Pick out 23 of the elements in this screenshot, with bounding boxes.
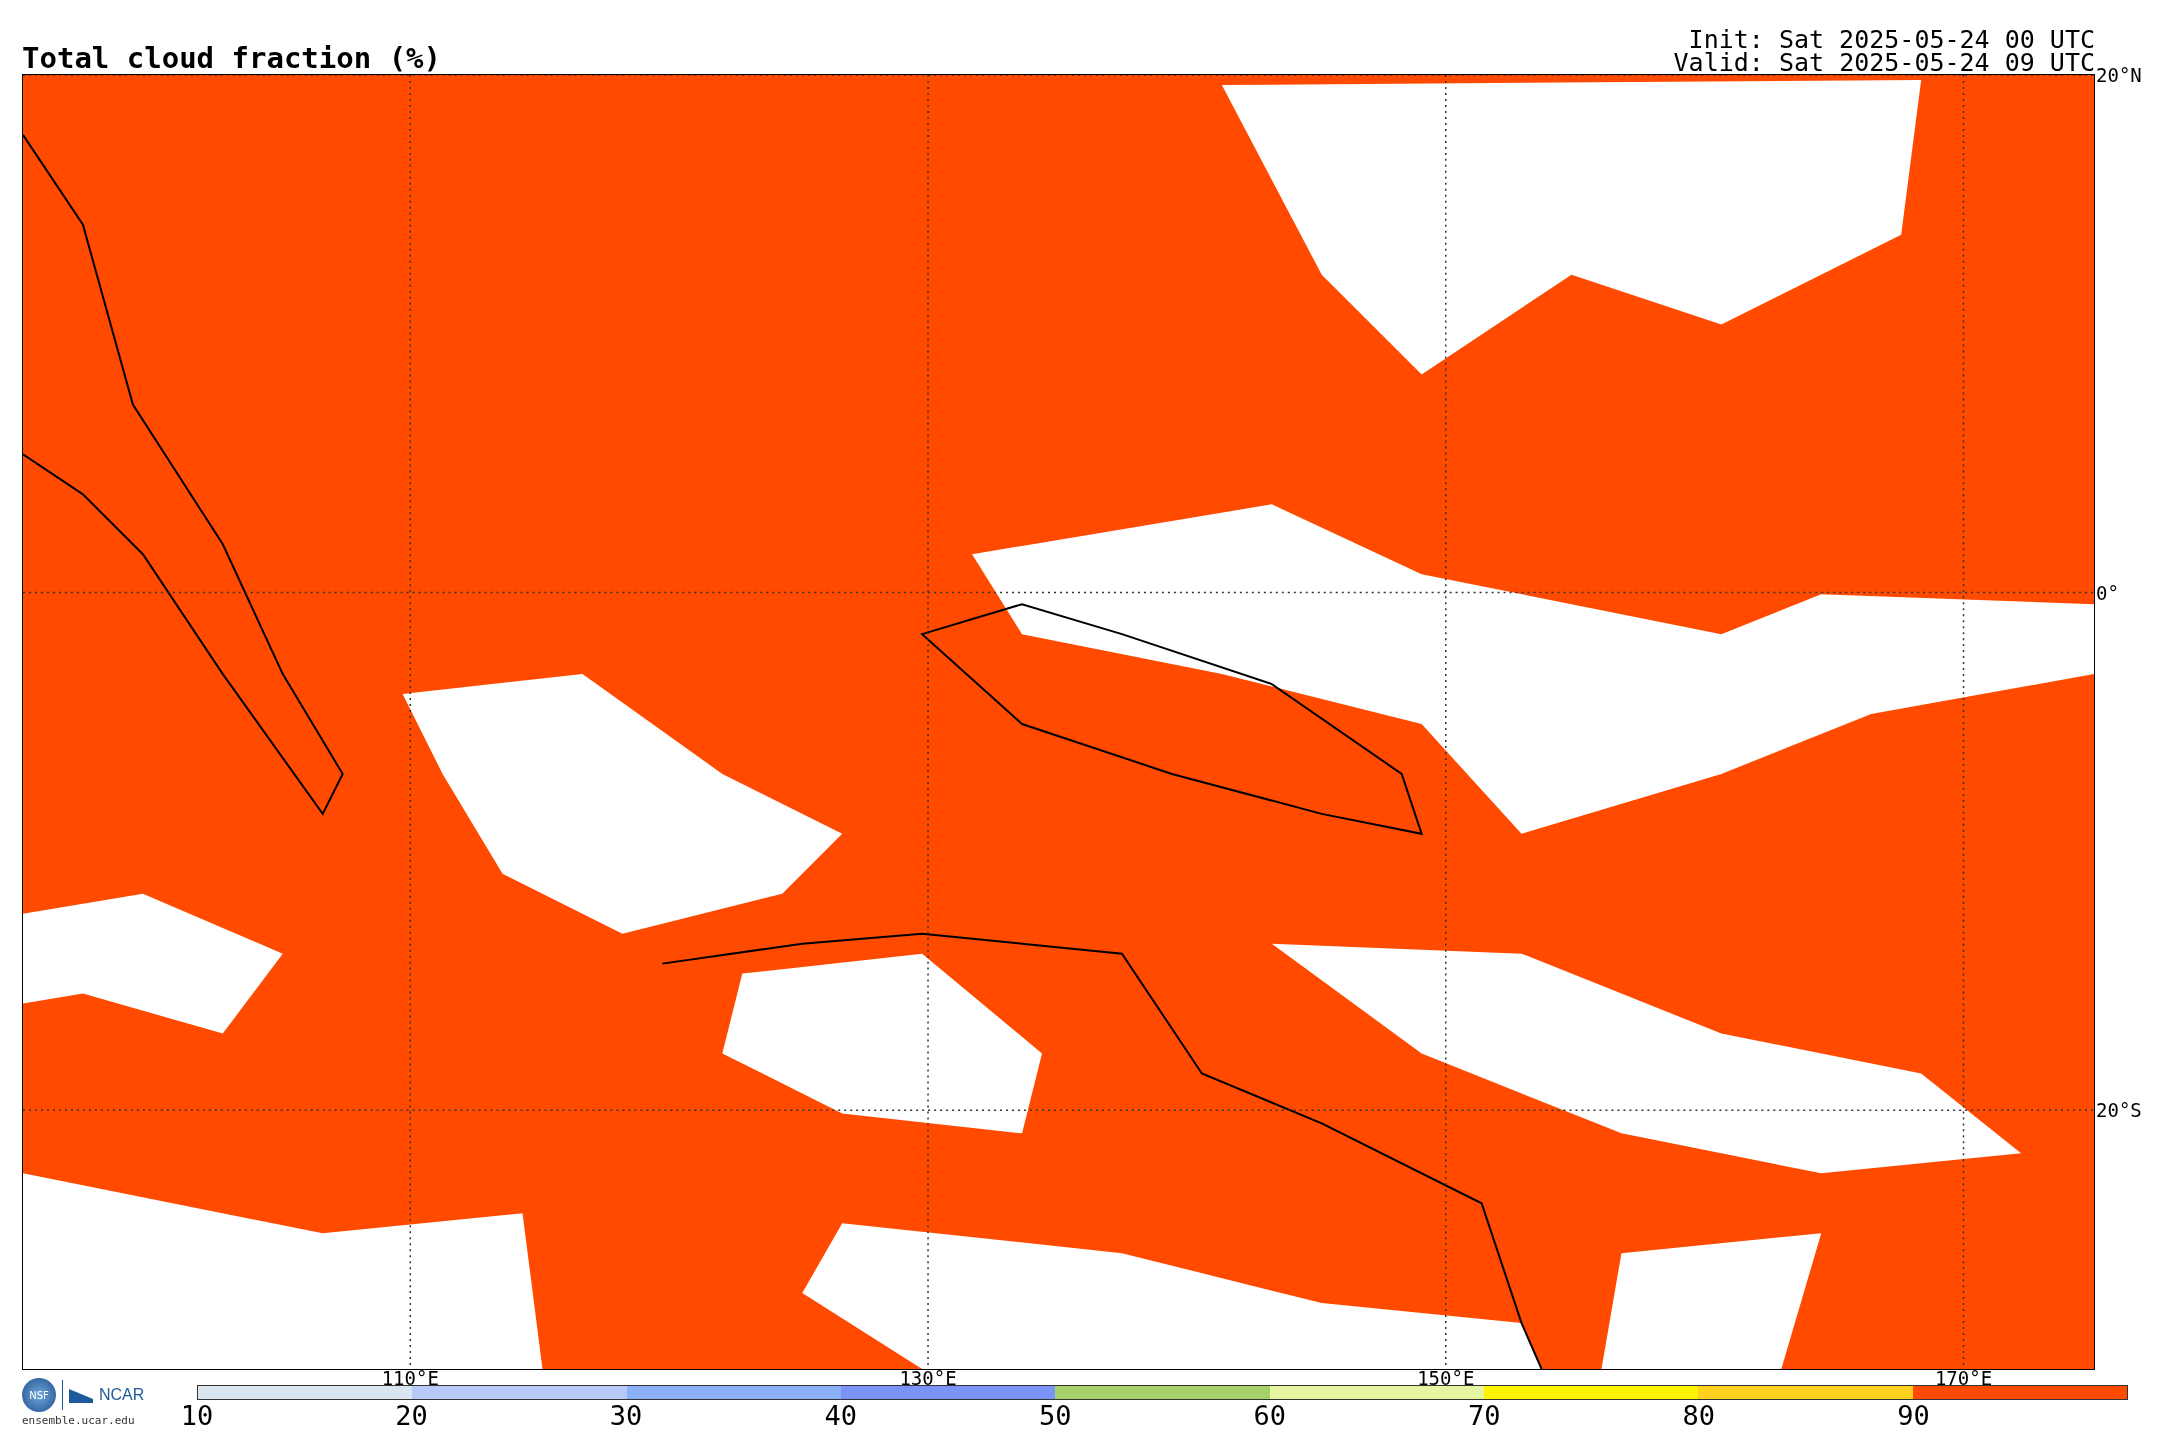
sail-logo-icon <box>69 1387 93 1403</box>
latitude-label: 20°S <box>2096 1100 2142 1121</box>
scale-tick-label: 50 <box>1038 1402 1072 1430</box>
scale-tick-label: 60 <box>1253 1402 1286 1430</box>
website-label: ensemble.ucar.edu <box>22 1414 135 1427</box>
scale-tick-label: 20 <box>395 1402 428 1430</box>
scale-tick-label: 40 <box>824 1402 857 1430</box>
latitude-label: 0° <box>2096 582 2119 603</box>
scale-tick-label: 80 <box>1682 1402 1716 1430</box>
chart-title: Total cloud fraction (%) <box>22 42 442 74</box>
scale-tick-label: 30 <box>609 1402 643 1430</box>
longitude-label: 130°E <box>899 1369 957 1387</box>
scale-tick-label: 90 <box>1897 1402 1930 1430</box>
latitude-label: 20°N <box>2096 65 2142 85</box>
run-time-label: Valid: Sat 2025-05-24 09 UTC <box>1673 51 2095 74</box>
scale-tick-label: 10 <box>180 1402 214 1430</box>
ncar-logo-text: NCAR <box>99 1386 145 1404</box>
globe-logo: NSF <box>22 1378 56 1412</box>
longitude-label: 150°E <box>1417 1369 1475 1387</box>
longitude-label: 110°E <box>381 1369 439 1387</box>
longitude-label: 170°E <box>1934 1369 1993 1387</box>
scale-tick-label: 70 <box>1468 1402 1501 1430</box>
run-time-label: Init: Sat 2025-05-24 00 UTC <box>1688 28 2095 51</box>
